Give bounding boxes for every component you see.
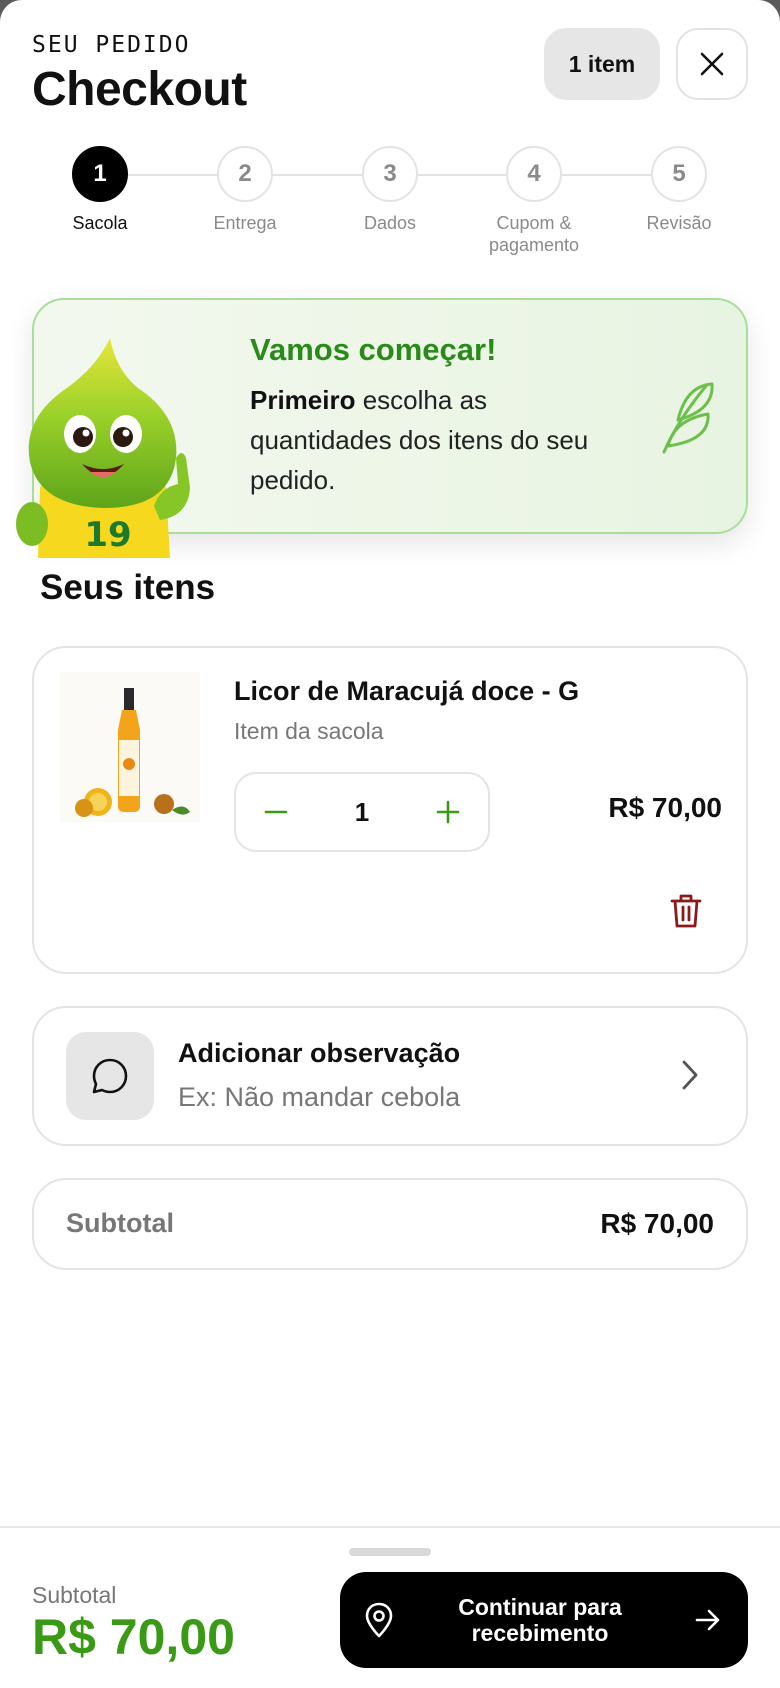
- items-count-badge: 1 item: [544, 28, 660, 100]
- location-pin-icon: [365, 1602, 393, 1638]
- item-name: Licor de Maracujá doce - G: [234, 676, 580, 706]
- step-number: 1: [72, 146, 128, 202]
- item-subtitle: Item da sacola: [234, 718, 384, 744]
- minus-icon: [264, 810, 288, 814]
- mascot-illustration: 19: [16, 338, 190, 558]
- quantity-stepper: 1: [234, 772, 490, 852]
- note-placeholder: Ex: Não mandar cebola: [178, 1082, 461, 1112]
- step-label: Sacola: [72, 213, 128, 233]
- banner-title: Vamos começar!: [250, 332, 497, 367]
- chat-bubble-icon: [92, 1058, 128, 1094]
- continue-button[interactable]: Continuar para recebimento: [340, 1572, 748, 1668]
- step-revisao[interactable]: 5 Revisão: [609, 144, 749, 234]
- plus-icon: [436, 800, 460, 824]
- note-icon-box: [66, 1032, 154, 1120]
- close-icon: [700, 52, 724, 76]
- footer-subtotal-value: R$ 70,00: [32, 1609, 235, 1665]
- step-dados[interactable]: 3 Dados: [320, 144, 460, 234]
- section-title: Seus itens: [40, 568, 216, 607]
- leaf-icon: [662, 382, 714, 454]
- sheet-grabber[interactable]: [349, 1548, 431, 1556]
- product-image: [60, 672, 200, 822]
- checkout-stepper: 1 Sacola 2 Entrega 3 Dados 4 Cupom & pag…: [0, 144, 780, 264]
- close-button[interactable]: [676, 28, 748, 100]
- step-number: 3: [362, 146, 418, 202]
- remove-item-button[interactable]: [668, 892, 704, 935]
- continue-button-label: Continuar para recebimento: [458, 1594, 622, 1646]
- chevron-right-icon: [682, 1060, 698, 1090]
- step-label: Revisão: [646, 213, 712, 233]
- banner-text: Primeiro escolha as quantidades dos iten…: [250, 380, 610, 500]
- subtotal-value: R$ 70,00: [600, 1208, 714, 1239]
- step-sacola[interactable]: 1 Sacola: [30, 144, 170, 234]
- note-title: Adicionar observação: [178, 1038, 461, 1068]
- step-label: Dados: [363, 213, 417, 233]
- step-entrega[interactable]: 2 Entrega: [175, 144, 315, 234]
- increase-quantity-button[interactable]: [408, 774, 488, 850]
- footer-subtotal-label: Subtotal: [32, 1582, 117, 1608]
- step-number: 2: [217, 146, 273, 202]
- step-label: Cupom & pagamento: [488, 213, 580, 255]
- step-number: 5: [651, 146, 707, 202]
- banner-text-bold: Primeiro: [250, 385, 356, 415]
- step-label: Entrega: [213, 213, 277, 233]
- mascot-shirt-number: 19: [84, 515, 131, 555]
- step-cupom-pagamento[interactable]: 4 Cupom & pagamento: [464, 144, 604, 256]
- arrow-right-icon: [695, 1609, 720, 1631]
- checkout-sheet: SEU PEDIDO Checkout 1 item 1 Sacola 2 En…: [0, 0, 780, 1688]
- step-number: 4: [506, 146, 562, 202]
- page-title: Checkout: [32, 63, 247, 116]
- page-kicker: SEU PEDIDO: [32, 32, 191, 58]
- subtotal-label: Subtotal: [66, 1208, 174, 1238]
- item-price: R$ 70,00: [608, 792, 722, 823]
- decrease-quantity-button[interactable]: [236, 774, 316, 850]
- trash-icon: [670, 894, 702, 928]
- quantity-value: 1: [354, 796, 370, 827]
